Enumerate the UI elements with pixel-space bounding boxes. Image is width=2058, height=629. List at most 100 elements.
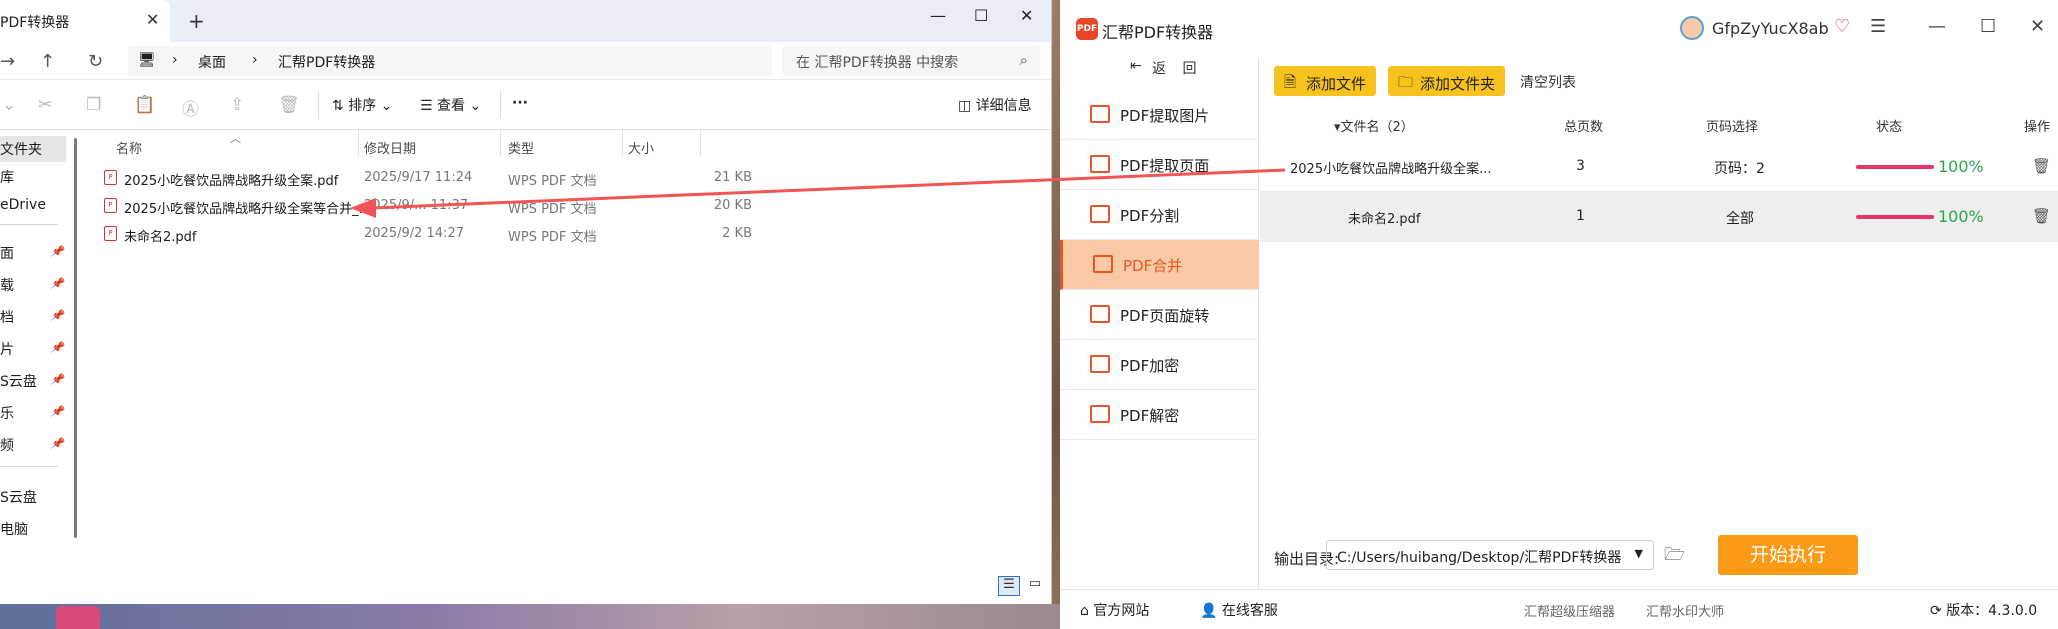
share-icon[interactable]: ⇪ <box>230 95 244 115</box>
menu-item-extract-pages[interactable]: PDF提取页面 <box>1060 140 1259 190</box>
tiles-view-icon[interactable]: ▭ <box>1024 576 1046 596</box>
breadcrumb-folder[interactable]: 汇帮PDF转换器 <box>278 52 375 72</box>
add-file-button[interactable]: 🗎 添加文件 <box>1274 66 1377 96</box>
menu-item-encrypt[interactable]: PDF加密 <box>1060 340 1259 390</box>
view-button[interactable]: ☰ 查看 ⌄ <box>420 95 481 115</box>
pdf-icon <box>1093 255 1113 273</box>
version-label[interactable]: ⟳ 版本：4.3.0.0 <box>1930 600 2037 620</box>
column-size[interactable]: 大小 <box>628 138 654 158</box>
new-tab-icon[interactable]: + <box>188 9 205 33</box>
vip-heart-icon[interactable]: ♡ <box>1834 16 1850 37</box>
nav-item-videos[interactable]: 频 📌 <box>0 432 66 458</box>
search-input[interactable]: 在 汇帮PDF转换器 中搜索 ⌕ <box>782 46 1040 76</box>
chevron-down-icon[interactable]: ▼ <box>1635 547 1643 560</box>
open-folder-icon[interactable]: 🗁 <box>1664 542 1685 571</box>
menu-item-merge[interactable]: PDF合并 <box>1060 240 1259 290</box>
file-row[interactable]: P 2025小吃餐饮品牌战略升级全案等合并_... 2025/9/... 11:… <box>100 192 776 220</box>
username[interactable]: GfpZyYucX8ab <box>1712 19 1829 38</box>
menu-item-rotate[interactable]: PDF页面旋转 <box>1060 290 1259 340</box>
column-divider[interactable] <box>358 130 359 156</box>
file-type: WPS PDF 文档 <box>508 202 597 217</box>
nav-item-pictures[interactable]: 片 📌 <box>0 336 66 362</box>
cut-icon[interactable]: ✂ <box>38 95 52 115</box>
explorer-titlebar: PDF转换器 ✕ + — ☐ ✕ <box>0 0 1051 42</box>
nav-item-wps-cloud[interactable]: S云盘 📌 <box>0 368 66 394</box>
column-modified[interactable]: 修改日期 <box>364 138 416 158</box>
details-pane-button[interactable]: ◫ 详细信息 <box>958 95 1032 115</box>
sort-button[interactable]: ⇅ 排序 ⌄ <box>332 95 392 115</box>
compressor-link[interactable]: 汇帮超级压缩器 <box>1524 601 1615 620</box>
up-icon[interactable]: ↑ <box>40 51 55 72</box>
start-button[interactable]: 开始执行 <box>1718 535 1858 575</box>
watermark-link[interactable]: 汇帮水印大师 <box>1646 601 1724 620</box>
image-icon <box>1090 105 1110 123</box>
maximize-icon[interactable]: ☐ <box>974 6 988 25</box>
forward-icon[interactable]: → <box>0 51 15 72</box>
explorer-tab[interactable]: PDF转换器 ✕ <box>0 0 170 42</box>
menu-item-split[interactable]: PDF分割 <box>1060 190 1259 240</box>
minimize-icon[interactable]: — <box>930 6 946 25</box>
nav-item-wps-cloud-2[interactable]: S云盘 <box>0 484 66 510</box>
pdf-icon <box>1090 155 1110 173</box>
row-page-select[interactable]: 全部 <box>1726 208 1754 228</box>
file-row[interactable]: P 未命名2.pdf 2025/9/2 14:27 WPS PDF 文档 2 K… <box>100 220 776 248</box>
maximize-icon[interactable]: ☐ <box>1980 16 1996 37</box>
row-pages: 1 <box>1576 208 1585 224</box>
column-divider[interactable] <box>700 130 701 156</box>
add-folder-button[interactable]: 🗀 添加文件夹 <box>1388 66 1506 96</box>
header-filename[interactable]: ▾文件名（2） <box>1334 116 1414 135</box>
file-size: 21 KB <box>713 170 752 185</box>
row-page-select[interactable]: 页码：2 <box>1714 158 1765 178</box>
breadcrumb-desktop[interactable]: 桌面 <box>198 52 226 72</box>
table-row[interactable]: 2025小吃餐饮品牌战略升级全案... 3 页码：2 100% 🗑 <box>1260 142 2058 192</box>
column-divider[interactable] <box>622 130 623 156</box>
nav-item-onedrive[interactable]: eDrive <box>0 194 66 220</box>
row-status: 100% <box>1938 157 1984 176</box>
nav-item-this-pc[interactable]: 电脑 <box>0 516 66 542</box>
nav-item-library[interactable]: 库 <box>0 164 66 190</box>
tab-close-icon[interactable]: ✕ <box>146 10 159 29</box>
nav-item-music[interactable]: 乐 📌 <box>0 400 66 426</box>
explorer-toolbar: ⌄ ✂ ❐ 📋 Ⓐ ⇪ 🗑 ⇅ 排序 ⌄ ☰ 查看 ⌄ ··· ◫ 详细信息 <box>0 80 1051 130</box>
column-name[interactable]: 名称 <box>116 138 142 158</box>
support-link[interactable]: 👤 在线客服 <box>1200 600 1278 620</box>
desktop-app-icon[interactable] <box>56 606 100 629</box>
delete-icon[interactable]: 🗑 <box>278 95 300 115</box>
file-row[interactable]: P 2025小吃餐饮品牌战略升级全案.pdf 2025/9/17 11:24 W… <box>100 164 776 192</box>
chevron-down-icon[interactable]: ⌄ <box>2 95 16 115</box>
output-dir-select[interactable]: C:/Users/huibang/Desktop/汇帮PDF转换器 ▼ <box>1326 540 1654 570</box>
nav-item-downloads[interactable]: 载 📌 <box>0 272 66 298</box>
pdf-file-icon: P <box>104 170 117 185</box>
file-type: WPS PDF 文档 <box>508 230 597 245</box>
nav-item-desktop[interactable]: 面 📌 <box>0 240 66 266</box>
nav-scrollbar[interactable] <box>74 138 77 538</box>
website-link[interactable]: ⌂ 官方网站 <box>1080 600 1149 620</box>
copy-icon[interactable]: ❐ <box>86 95 101 115</box>
trash-icon[interactable]: 🗑 <box>2032 207 2051 225</box>
column-type[interactable]: 类型 <box>508 138 534 158</box>
details-view-icon[interactable]: ☰ <box>998 576 1020 596</box>
paste-icon[interactable]: 📋 <box>134 95 155 115</box>
pc-icon: 🖥 <box>138 52 156 68</box>
column-divider[interactable] <box>500 130 501 156</box>
refresh-icon[interactable]: ↻ <box>88 51 103 72</box>
avatar[interactable] <box>1680 16 1704 40</box>
nav-item-documents[interactable]: 档 📌 <box>0 304 66 330</box>
search-icon[interactable]: ⌕ <box>1020 51 1028 69</box>
rename-icon[interactable]: Ⓐ <box>182 95 199 120</box>
close-icon[interactable]: ✕ <box>1020 6 1033 25</box>
address-bar[interactable]: 🖥 › 桌面 › 汇帮PDF转换器 <box>128 46 772 76</box>
close-icon[interactable]: ✕ <box>2030 16 2045 37</box>
minimize-icon[interactable]: — <box>1928 16 1946 37</box>
more-button[interactable]: ··· <box>512 95 528 111</box>
toolbar-divider <box>500 92 501 118</box>
clear-list-button[interactable]: 清空列表 <box>1520 72 1576 92</box>
menu-item-extract-images[interactable]: PDF提取图片 <box>1060 90 1259 140</box>
back-button[interactable]: ⇤ 返 回 <box>1060 58 1259 80</box>
menu-item-decrypt[interactable]: PDF解密 <box>1060 390 1259 440</box>
row-status: 100% <box>1938 207 1984 226</box>
menu-icon[interactable]: ☰ <box>1870 16 1886 37</box>
table-row[interactable]: 未命名2.pdf 1 全部 100% 🗑 <box>1260 192 2058 242</box>
trash-icon[interactable]: 🗑 <box>2032 157 2051 175</box>
nav-item-folder[interactable]: 文件夹 <box>0 136 66 162</box>
